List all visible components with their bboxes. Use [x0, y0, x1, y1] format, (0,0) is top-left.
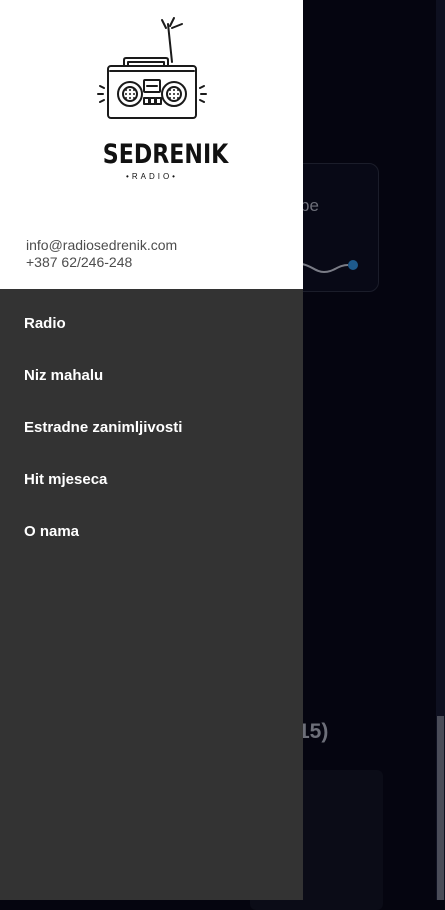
contact-info: info@radiosedrenik.com +387 62/246-248	[26, 237, 177, 271]
menu-item-hit-mjeseca[interactable]: Hit mjeseca	[0, 454, 303, 506]
radio-logo: SEDRENIK •RADIO•	[92, 14, 229, 184]
menu-item-radio[interactable]: Radio	[0, 298, 303, 350]
logo-title: SEDRENIK	[102, 139, 229, 170]
contact-phone: +387 62/246-248	[26, 254, 133, 270]
boombox-icon	[97, 17, 207, 119]
drawer-header: SEDRENIK •RADIO• info@radiosedrenik.com …	[0, 0, 303, 289]
menu-item-niz-mahalu[interactable]: Niz mahalu	[0, 350, 303, 402]
wave-progress-icon[interactable]	[300, 252, 362, 280]
contact-email: info@radiosedrenik.com	[26, 237, 178, 253]
scrollbar-thumb[interactable]	[437, 716, 444, 900]
navigation-drawer: SEDRENIK •RADIO• info@radiosedrenik.com …	[0, 0, 303, 900]
drawer-menu: Radio Niz mahalu Estradne zanimljivosti …	[0, 298, 303, 558]
menu-item-estradne-zanimljivosti[interactable]: Estradne zanimljivosti	[0, 402, 303, 454]
logo-subtitle: •RADIO•	[126, 172, 178, 181]
menu-item-o-nama[interactable]: O nama	[0, 506, 303, 558]
